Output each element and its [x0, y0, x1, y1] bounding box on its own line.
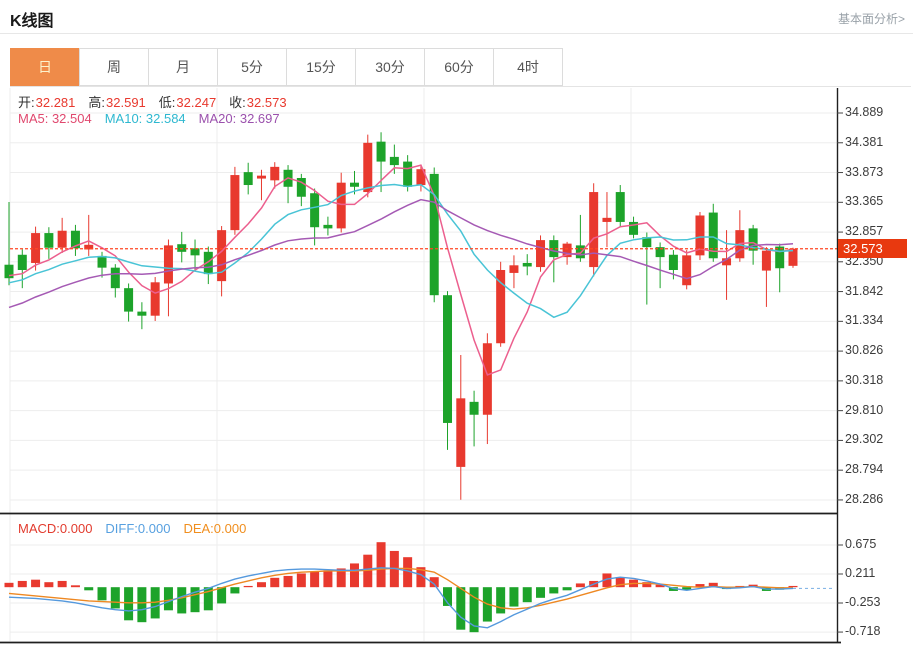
y-axis-label: 31.842 — [845, 283, 884, 298]
ohlc-item: 低:32.247 — [158, 95, 217, 110]
kline-page: K线图 基本面分析> 日周月 5分 15分 30分 60分 4时 开:32.281 高:32… — [0, 0, 913, 646]
y-axis-label: 32.857 — [845, 224, 884, 239]
ma-row-item: MA10: 32.584 — [104, 111, 186, 126]
ohlc-item: 高:32.591 — [88, 95, 146, 110]
y-axis-label: 28.794 — [845, 462, 884, 477]
y-axis-label: 33.365 — [845, 194, 884, 209]
y-axis-label: 34.889 — [845, 105, 884, 119]
ma-row: MA5: 32.504 MA10: 32.584 MA20: 32.697 — [18, 111, 293, 126]
y-axis-label: 30.318 — [845, 372, 884, 387]
ohlc-item: 开:32.281 — [18, 95, 76, 110]
y-axis-label: 0.675 — [845, 537, 877, 551]
macd-row: MACD:0.000 DIFF:0.000 DEA:0.000 — [18, 521, 259, 536]
y-axis-label: -0.718 — [845, 624, 881, 639]
macd-row-item: DIFF:0.000 — [105, 521, 171, 536]
macd-row-item: DEA:0.000 — [183, 521, 247, 536]
ma-row-item: MA5: 32.504 — [18, 111, 92, 126]
current-price-tag: 32.573 — [838, 238, 907, 258]
y-axis-label: 33.873 — [845, 164, 884, 179]
ohlc-row: 开:32.281 高:32.591 低:32.247 收:32.573 — [18, 92, 300, 111]
y-axis-label: 0.211 — [845, 566, 876, 580]
y-axis-label: 29.302 — [845, 432, 884, 447]
macd-row-item: MACD:0.000 — [18, 521, 93, 536]
ma-row-item: MA20: 32.697 — [198, 111, 280, 126]
y-axis-label: 31.334 — [845, 313, 884, 328]
y-axis-label: 34.381 — [845, 134, 884, 149]
y-axis-label: 30.826 — [845, 343, 884, 358]
ohlc-item: 收:32.573 — [229, 95, 287, 110]
y-axis-label: 28.286 — [845, 491, 884, 506]
y-axis-label: 29.810 — [845, 402, 884, 417]
y-axis-label: -0.253 — [845, 595, 881, 609]
